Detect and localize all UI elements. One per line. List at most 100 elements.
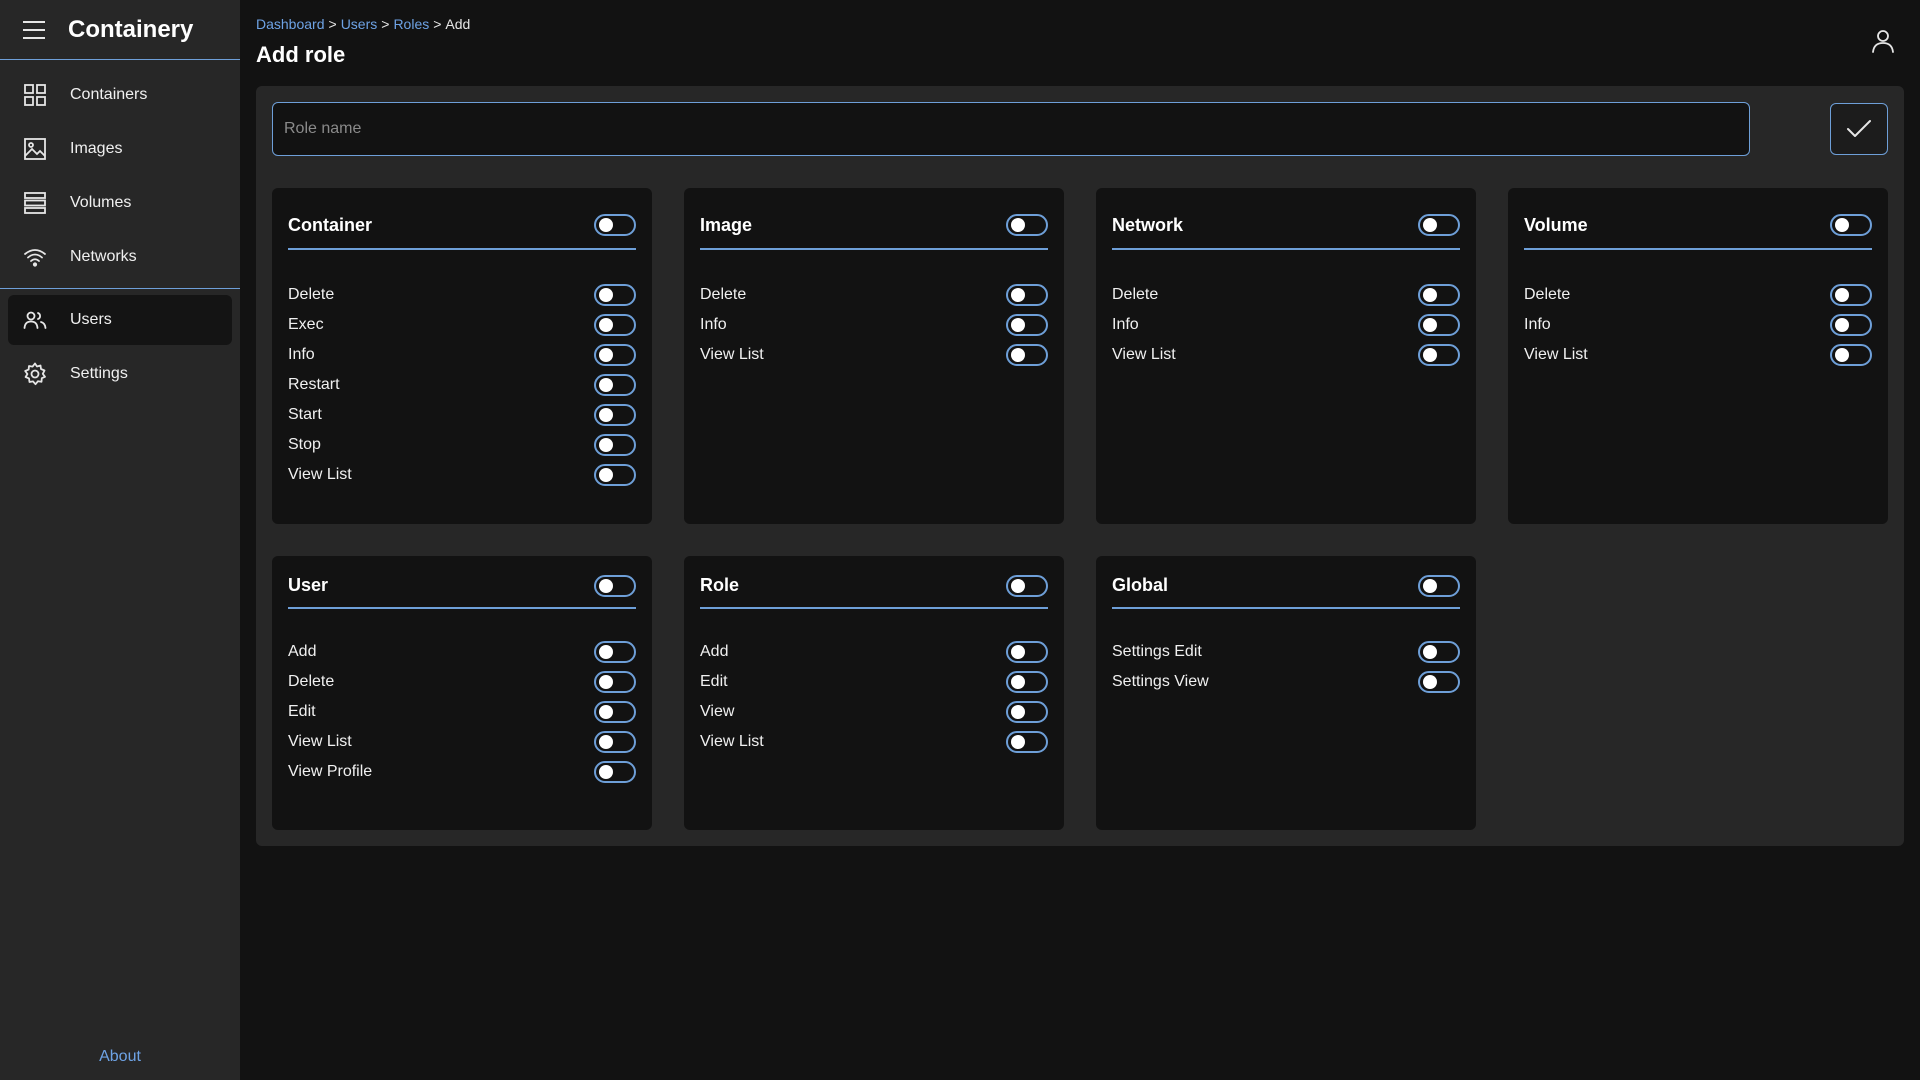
toggle-all-network[interactable]: [1418, 214, 1460, 236]
role-form-panel: Container Delete Exec Info Restart Start…: [256, 86, 1904, 846]
sidebar-item-images[interactable]: Images: [8, 124, 232, 174]
permission-toggle[interactable]: [594, 641, 636, 663]
sidebar-item-networks[interactable]: Networks: [8, 232, 232, 282]
permission-label: Add: [288, 643, 317, 660]
toggle-knob: [599, 218, 613, 232]
wifi-icon: [8, 245, 62, 269]
permission-toggle[interactable]: [594, 671, 636, 693]
permission-toggle[interactable]: [1418, 284, 1460, 306]
permission-label: Delete: [1524, 286, 1571, 303]
toggle-all-user[interactable]: [594, 574, 636, 597]
permission-row: View List: [288, 460, 636, 490]
card-user: User Add Delete Edit View List View Prof…: [272, 556, 652, 830]
toggle-all-image[interactable]: [1006, 214, 1048, 236]
permission-toggle[interactable]: [1418, 671, 1460, 693]
permission-row: Settings View: [1112, 667, 1460, 697]
card-title: Container: [288, 214, 373, 235]
card-header: Image: [700, 188, 1048, 250]
card-title: Role: [700, 575, 740, 595]
toggle-all-container[interactable]: [594, 214, 636, 236]
permission-label: View: [700, 703, 735, 720]
permission-toggle[interactable]: [1830, 284, 1872, 306]
sidebar-item-volumes[interactable]: Volumes: [8, 178, 232, 228]
permission-toggle[interactable]: [1006, 671, 1048, 693]
sidebar-item-label: Networks: [70, 248, 137, 265]
role-name-input[interactable]: [272, 102, 1750, 156]
breadcrumb-roles[interactable]: Roles: [393, 16, 429, 32]
sidebar-item-label: Settings: [70, 365, 128, 382]
permission-toggle[interactable]: [1418, 314, 1460, 336]
permission-toggle[interactable]: [1006, 344, 1048, 366]
sidebar-item-label: Images: [70, 140, 123, 157]
permission-toggle[interactable]: [594, 701, 636, 723]
permission-label: Info: [288, 346, 315, 363]
permission-label: Add: [700, 643, 729, 660]
permission-toggle[interactable]: [1418, 344, 1460, 366]
breadcrumb-dashboard[interactable]: Dashboard: [256, 16, 325, 32]
permission-list: Delete Exec Info Restart Start Stop View…: [288, 250, 636, 490]
permission-toggle[interactable]: [1006, 731, 1048, 753]
permission-toggle[interactable]: [594, 344, 636, 366]
breadcrumb-users[interactable]: Users: [341, 16, 378, 32]
permission-toggle[interactable]: [1006, 641, 1048, 663]
image-icon: [8, 137, 62, 161]
permission-toggle[interactable]: [594, 374, 636, 396]
toggle-knob: [1011, 705, 1025, 719]
page-title: Add role: [256, 42, 346, 67]
card-role: Role Add Edit View View List: [684, 556, 1064, 830]
permission-toggle[interactable]: [594, 464, 636, 486]
sidebar-header: Containery: [0, 0, 240, 60]
permission-list: Delete Info View List: [1112, 250, 1460, 370]
toggle-knob: [599, 378, 613, 392]
breadcrumb-current: Add: [445, 16, 471, 32]
about-link[interactable]: About: [0, 1048, 240, 1066]
permission-toggle[interactable]: [594, 434, 636, 456]
permission-toggle[interactable]: [1006, 701, 1048, 723]
permission-toggle[interactable]: [594, 731, 636, 753]
toggle-knob: [599, 468, 613, 482]
permission-label: Edit: [700, 673, 728, 690]
sidebar-item-containers[interactable]: Containers: [8, 70, 232, 120]
sidebar: Containery Containers Images Volumes Net…: [0, 0, 240, 1080]
permission-row: View Profile: [288, 757, 636, 787]
toggle-all-volume[interactable]: [1830, 214, 1872, 236]
toggle-knob: [599, 735, 613, 749]
permission-toggle[interactable]: [594, 404, 636, 426]
toggle-knob: [1011, 735, 1025, 749]
permission-row: Exec: [288, 310, 636, 340]
permission-toggle[interactable]: [1418, 641, 1460, 663]
sidebar-item-settings[interactable]: Settings: [8, 349, 232, 399]
permission-toggle[interactable]: [594, 284, 636, 306]
toggle-all-global[interactable]: [1418, 574, 1460, 597]
breadcrumb-separator: >: [433, 16, 442, 32]
sidebar-item-users[interactable]: Users: [8, 295, 232, 345]
card-global: Global Settings Edit Settings View: [1096, 556, 1476, 830]
account-button[interactable]: [1870, 28, 1896, 54]
menu-button[interactable]: [0, 0, 68, 60]
permission-row: Info: [1524, 310, 1872, 340]
permission-row: Delete: [288, 667, 636, 697]
app-title: Containery: [68, 15, 194, 43]
permission-toggle[interactable]: [1006, 284, 1048, 306]
permission-label: Settings Edit: [1112, 643, 1202, 660]
permission-toggle[interactable]: [1830, 344, 1872, 366]
permission-toggle[interactable]: [1006, 314, 1048, 336]
card-header: Network: [1112, 188, 1460, 250]
sidebar-item-label: Volumes: [70, 194, 132, 211]
storage-icon: [8, 191, 62, 215]
permission-label: View List: [1112, 346, 1176, 363]
permission-toggle[interactable]: [1830, 314, 1872, 336]
permission-row: Stop: [288, 430, 636, 460]
toggle-knob: [1011, 348, 1025, 362]
toggle-knob: [1835, 288, 1849, 302]
permission-toggle[interactable]: [594, 314, 636, 336]
permission-toggle[interactable]: [594, 761, 636, 783]
toggle-all-role[interactable]: [1006, 574, 1048, 597]
toggle-knob: [599, 705, 613, 719]
save-button[interactable]: [1830, 103, 1888, 155]
sidebar-item-label: Containers: [70, 86, 148, 103]
card-title: Network: [1112, 214, 1184, 235]
card-network: Network Delete Info View List: [1096, 188, 1476, 524]
permission-row: View: [700, 697, 1048, 727]
permission-label: View List: [700, 733, 764, 750]
